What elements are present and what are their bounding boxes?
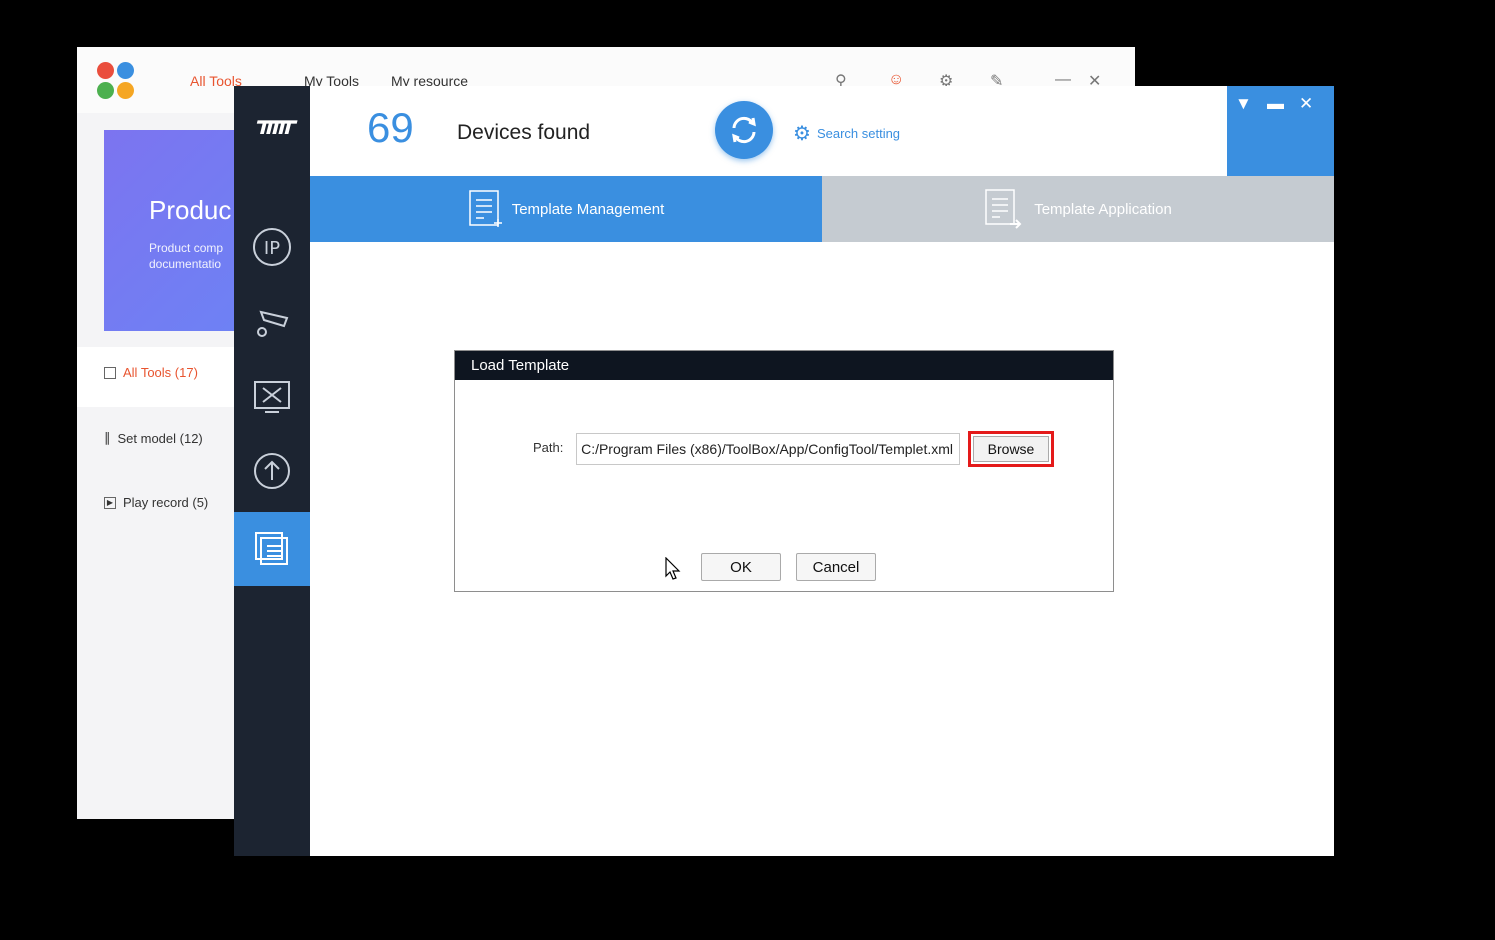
path-label: Path: <box>533 440 564 455</box>
app-logo-icon: ᚅ <box>256 105 295 136</box>
tab-template-application[interactable]: Template Application <box>822 176 1334 242</box>
banner-title: Produc <box>149 195 232 225</box>
window-controls: ▼ ▬ ✕ <box>1227 86 1334 176</box>
template-icon <box>255 532 288 565</box>
dialog-title: Load Template <box>455 351 1113 380</box>
refresh-button[interactable] <box>715 101 773 159</box>
tab-template-management[interactable]: Template Management <box>310 176 822 242</box>
sidebar-item-play-record[interactable]: ▶ Play record (5) <box>104 495 208 510</box>
grid-icon <box>104 366 116 379</box>
document-add-icon <box>468 190 502 227</box>
document-apply-icon <box>985 189 1022 229</box>
devices-found-label: Devices found <box>457 121 591 144</box>
close-icon[interactable]: ✕ <box>1299 94 1313 114</box>
rail-ip-button[interactable]: IP <box>234 210 310 284</box>
camera-settings-icon <box>257 310 289 337</box>
dropdown-menu-icon[interactable]: ▼ <box>1235 94 1252 114</box>
mouse-cursor-icon <box>665 557 681 580</box>
load-template-dialog: Load Template Path: C:/Program Files (x8… <box>454 350 1114 592</box>
toolbox-logo-icon <box>97 62 135 100</box>
monitor-tools-icon <box>254 381 290 413</box>
refresh-icon <box>732 116 756 144</box>
sidebar-item-set-model[interactable]: ∥ Set model (12) <box>104 430 203 446</box>
rail-camera-button[interactable] <box>234 284 310 358</box>
ip-icon: IP <box>253 228 291 266</box>
rail-template-button[interactable] <box>234 512 310 586</box>
cancel-button[interactable]: Cancel <box>796 553 876 581</box>
ok-button[interactable]: OK <box>701 553 781 581</box>
gear-icon: ⚙ <box>793 123 811 145</box>
device-count: 69 <box>367 104 414 151</box>
search-setting-link[interactable]: ⚙ Search setting <box>793 121 900 146</box>
sidebar-item-all-tools[interactable]: All Tools (17) <box>104 365 198 380</box>
browse-button[interactable]: Browse <box>973 436 1049 462</box>
left-rail: ᚅ IP <box>234 86 310 856</box>
sliders-icon: ∥ <box>104 430 111 445</box>
minimize-icon[interactable]: ▬ <box>1267 94 1284 114</box>
upload-icon <box>254 453 290 489</box>
rail-tools-button[interactable] <box>234 360 310 434</box>
svg-text:IP: IP <box>264 238 280 259</box>
browse-highlight: Browse <box>968 431 1054 467</box>
path-input[interactable]: C:/Program Files (x86)/ToolBox/App/Confi… <box>576 433 960 465</box>
play-icon: ▶ <box>104 496 116 509</box>
top-bar: 69 Devices found ⚙ Search setting ▼ ▬ ✕ <box>310 86 1334 176</box>
rail-upgrade-button[interactable] <box>234 434 310 508</box>
